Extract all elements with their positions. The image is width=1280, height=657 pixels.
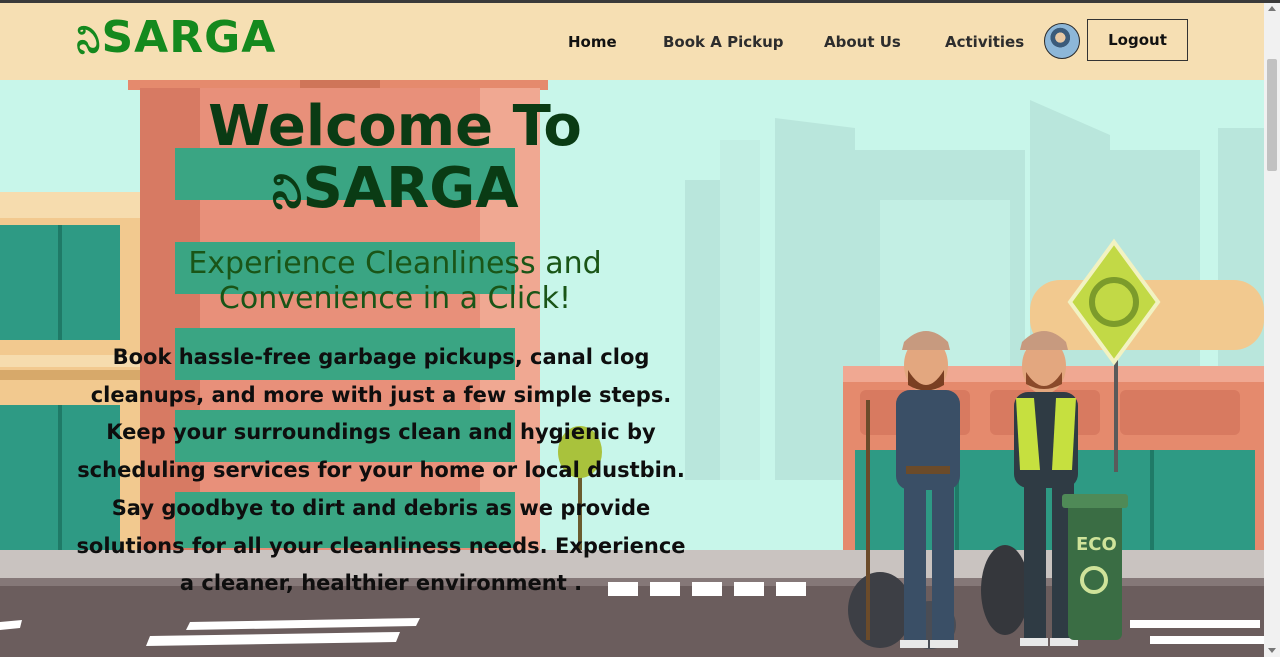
- brand-logo[interactable]: ನಿSARGA: [76, 13, 276, 63]
- welcome-heading: Welcome To ನಿSARGA: [100, 96, 690, 220]
- scrollbar-thumb[interactable]: [1267, 59, 1277, 171]
- page-scrollbar[interactable]: [1264, 3, 1280, 657]
- nav-activities[interactable]: Activities: [945, 33, 1024, 51]
- scroll-up-arrow-icon[interactable]: [1268, 6, 1276, 11]
- welcome-line-1: Welcome To: [208, 94, 582, 159]
- user-avatar-icon[interactable]: [1044, 23, 1080, 59]
- hero-tagline: Experience Cleanliness and Convenience i…: [188, 246, 602, 316]
- bin-label: ECO: [1076, 534, 1117, 555]
- nav-book-pickup[interactable]: Book A Pickup: [663, 33, 784, 51]
- nav-home[interactable]: Home: [568, 33, 617, 51]
- logout-button[interactable]: Logout: [1087, 19, 1188, 61]
- nav-about-us[interactable]: About Us: [824, 33, 901, 51]
- hero-section: ECO Welcome To ನಿSARGA Experience Cleanl…: [0, 80, 1264, 657]
- welcome-line-2: ನಿSARGA: [271, 156, 519, 221]
- navbar: ನಿSARGA Home Book A Pickup About Us Acti…: [0, 3, 1264, 80]
- hero-text-block: Welcome To ನಿSARGA Experience Cleanlines…: [0, 80, 780, 657]
- hero-description: Book hassle-free garbage pickups, canal …: [76, 345, 686, 596]
- scroll-down-arrow-icon[interactable]: [1268, 648, 1276, 653]
